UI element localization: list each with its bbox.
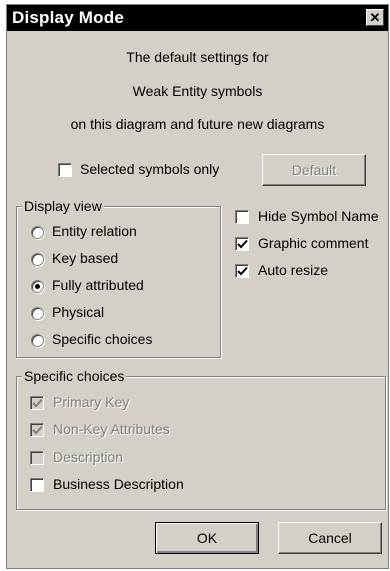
selected-symbols-only-label: Selected symbols only bbox=[80, 161, 220, 177]
display-view-group-title: Display view bbox=[22, 198, 104, 214]
checkmark-icon bbox=[237, 239, 248, 249]
auto-resize-checkbox-label: Auto resize bbox=[258, 262, 329, 278]
checkbox-box[interactable] bbox=[235, 210, 249, 224]
radio-button[interactable] bbox=[31, 226, 44, 239]
radio-button[interactable] bbox=[31, 307, 44, 320]
ok-button[interactable]: OK bbox=[155, 522, 259, 554]
checkbox-box[interactable] bbox=[58, 163, 72, 177]
display-view-radio-label: Entity relation bbox=[52, 223, 137, 239]
close-button[interactable]: ✕ bbox=[366, 9, 384, 26]
checkbox-box[interactable] bbox=[235, 264, 249, 278]
title-bar[interactable]: Display Mode ✕ bbox=[7, 5, 388, 31]
radio-button[interactable] bbox=[31, 253, 44, 266]
default-button[interactable]: Default bbox=[262, 154, 366, 186]
message-line-3: on this diagram and future new diagrams bbox=[70, 116, 325, 132]
display-view-radio-label: Physical bbox=[52, 304, 105, 320]
radio-button[interactable] bbox=[31, 280, 44, 293]
non-key-attributes-checkbox-label: Non-Key Attributes bbox=[53, 421, 170, 437]
message-line-1: The default settings for bbox=[126, 49, 269, 65]
message-line-2: Weak Entity symbols bbox=[132, 83, 263, 99]
checkmark-icon bbox=[32, 398, 43, 408]
radio-dot bbox=[35, 284, 40, 289]
display-view-radio-label: Fully attributed bbox=[52, 277, 144, 293]
hide-symbol-name-checkbox-label: Hide Symbol Name bbox=[258, 208, 379, 224]
display-view-radio-label: Specific choices bbox=[52, 331, 153, 347]
dialog-title: Display Mode bbox=[12, 8, 124, 27]
checkbox-box[interactable] bbox=[30, 423, 44, 437]
checkmark-icon bbox=[237, 266, 248, 276]
radio-button[interactable] bbox=[31, 334, 44, 347]
display-mode-dialog: Display Mode ✕ The default settings for … bbox=[6, 4, 389, 569]
checkmark-icon bbox=[32, 425, 43, 435]
description-checkbox-label: Description bbox=[53, 449, 124, 465]
checkbox-box[interactable] bbox=[30, 478, 44, 492]
business-description-checkbox-label: Business Description bbox=[53, 476, 184, 492]
checkbox-box[interactable] bbox=[30, 396, 44, 410]
primary-key-checkbox-label: Primary Key bbox=[53, 394, 130, 410]
cancel-button[interactable]: Cancel bbox=[278, 522, 382, 554]
checkbox-box[interactable] bbox=[235, 237, 249, 251]
display-view-radio-label: Key based bbox=[52, 250, 119, 266]
graphic-comment-checkbox-label: Graphic comment bbox=[258, 235, 369, 251]
close-icon: ✕ bbox=[369, 10, 381, 25]
checkbox-box[interactable] bbox=[30, 451, 44, 465]
specific-choices-group-title: Specific choices bbox=[22, 368, 127, 384]
